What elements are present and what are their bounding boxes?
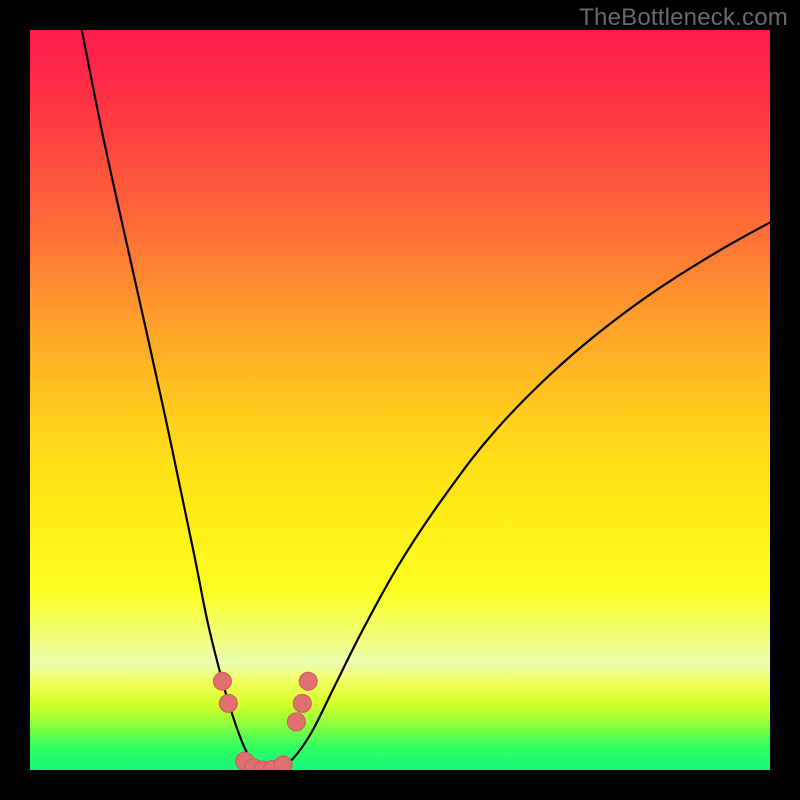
valley-marker [299,672,317,690]
valley-markers [213,672,317,770]
valley-marker [293,694,311,712]
valley-marker [287,713,305,731]
valley-marker [213,672,231,690]
watermark-text: TheBottleneck.com [579,4,788,32]
valley-marker [274,756,292,770]
curve-layer [30,30,770,770]
plot-area [30,30,770,770]
valley-marker [219,694,237,712]
chart-frame: TheBottleneck.com [0,0,800,800]
bottleneck-curve [82,30,770,770]
